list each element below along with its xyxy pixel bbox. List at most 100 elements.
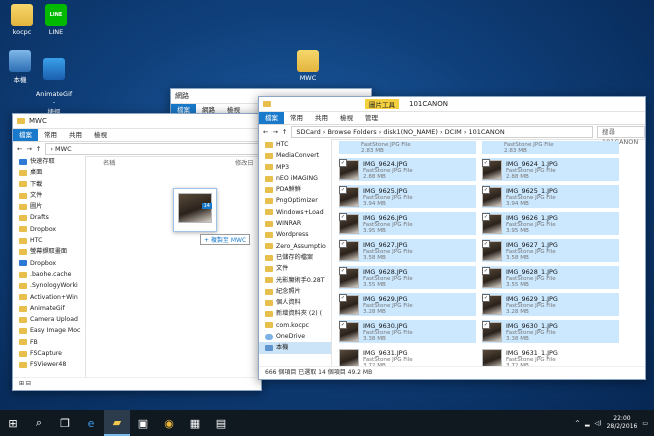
- file-tile[interactable]: ✓ IMG_9625_1.JPG FastStone JPG File 3.94 MB: [482, 185, 619, 208]
- nav-item[interactable]: com.kocpc: [259, 320, 331, 331]
- nav-item[interactable]: Easy Image Moc: [13, 325, 85, 336]
- file-tile[interactable]: ✓ IMG_9628.JPG FastStone JPG File 3.55 MB: [339, 266, 476, 289]
- nav-item[interactable]: MediaConvert: [259, 150, 331, 161]
- breadcrumb[interactable]: SDCard › Browse Folders › disk1(NO_NAME)…: [291, 126, 593, 138]
- nav-item[interactable]: 已儲存的檔案: [259, 252, 331, 263]
- nav-item[interactable]: Windows+Load: [259, 207, 331, 218]
- tab-file[interactable]: 檔案: [13, 129, 38, 141]
- nav-item[interactable]: 文件: [13, 190, 85, 201]
- forward-arrow-icon[interactable]: →: [272, 128, 277, 136]
- nav-item[interactable]: 下載: [13, 179, 85, 190]
- column-header-name[interactable]: 名稱: [103, 158, 115, 167]
- file-tile[interactable]: ✓ IMG_9626.JPG FastStone JPG File 3.95 MB: [339, 212, 476, 235]
- desktop-icon-line[interactable]: LINE LINE: [36, 4, 76, 36]
- desktop-icon-mwc[interactable]: MWC: [288, 50, 328, 82]
- back-arrow-icon[interactable]: ←: [263, 128, 268, 136]
- tab-manage[interactable]: 管理: [359, 112, 384, 124]
- nav-item[interactable]: FSViewer48: [13, 359, 85, 370]
- checkbox-icon[interactable]: ✓: [339, 321, 347, 329]
- forward-arrow-icon[interactable]: →: [26, 145, 31, 153]
- nav-item[interactable]: 新增資料夾 (2) (: [259, 308, 331, 319]
- checkbox-icon[interactable]: ✓: [482, 213, 490, 221]
- chevron-up-icon[interactable]: ^: [575, 420, 580, 427]
- network-icon[interactable]: ▂: [585, 420, 590, 427]
- task-view-button[interactable]: ❐: [52, 410, 78, 436]
- nav-item[interactable]: .baohe.cache: [13, 269, 85, 280]
- file-tile[interactable]: ✓ IMG_9625.JPG FastStone JPG File 3.94 MB: [339, 185, 476, 208]
- checkbox-icon[interactable]: ✓: [482, 294, 490, 302]
- edge-button[interactable]: e: [78, 410, 104, 436]
- checkbox-icon[interactable]: ✓: [339, 267, 347, 275]
- nav-item[interactable]: Activation+Win: [13, 292, 85, 303]
- checkbox-icon[interactable]: ✓: [482, 240, 490, 248]
- nav-item[interactable]: 文件: [259, 263, 331, 274]
- column-header-date[interactable]: 修改日: [235, 158, 254, 167]
- file-tile[interactable]: ✓ IMG_9628_1.JPG FastStone JPG File 3.55 MB: [482, 266, 619, 289]
- file-tile[interactable]: FastStone JPG File 2.83 MB: [482, 141, 619, 154]
- nav-item[interactable]: FSCapture: [13, 348, 85, 359]
- view-toggle-icons[interactable]: ⊞ ⊟: [19, 380, 31, 387]
- path-input[interactable]: › MWC: [45, 143, 261, 155]
- file-tile[interactable]: ✓ IMG_9627.JPG FastStone JPG File 3.58 MB: [339, 239, 476, 262]
- up-arrow-icon[interactable]: ↑: [282, 128, 287, 136]
- tab-home[interactable]: 常用: [38, 129, 63, 141]
- nav-item[interactable]: 個人資料: [259, 297, 331, 308]
- nav-item[interactable]: 圖片: [13, 201, 85, 212]
- nav-item[interactable]: Camera Upload: [13, 314, 85, 325]
- file-tile[interactable]: ✓ IMG_9626_1.JPG FastStone JPG File 3.95 MB: [482, 212, 619, 235]
- nav-item[interactable]: OneDrive: [259, 331, 331, 342]
- nav-item[interactable]: Dropbox: [13, 258, 85, 269]
- nav-item[interactable]: HTC: [259, 139, 331, 150]
- window-titlebar[interactable]: 圖片工具 101CANON: [259, 97, 645, 112]
- up-arrow-icon[interactable]: ↑: [36, 145, 41, 153]
- checkbox-icon[interactable]: ✓: [482, 321, 490, 329]
- nav-item[interactable]: 本機: [259, 342, 331, 354]
- checkbox-icon[interactable]: ✓: [339, 240, 347, 248]
- start-button[interactable]: ⊞: [0, 410, 26, 436]
- checkbox-icon[interactable]: ✓: [339, 294, 347, 302]
- notifications-icon[interactable]: ▭: [642, 420, 648, 427]
- nav-item[interactable]: nEO iMAGING: [259, 173, 331, 184]
- file-tile[interactable]: ✓ IMG_9624_1.JPG FastStone JPG File 2.88 MB: [482, 158, 619, 181]
- nav-item[interactable]: WINRAR: [259, 218, 331, 229]
- mwc-explorer-window[interactable]: MWC 檔案 常用 共用 檢視 ← → ↑ › MWC 快速存取 桌面 下載 文件 圖片…: [12, 113, 262, 391]
- app-button[interactable]: ▦: [182, 410, 208, 436]
- window-titlebar[interactable]: MWC: [13, 114, 261, 129]
- navigation-pane[interactable]: 快速存取 桌面 下載 文件 圖片 Drafts Dropbox HTC 螢幕擷取畫面 Dropbo…: [13, 156, 86, 378]
- nav-item[interactable]: PDA鮮鮮: [259, 184, 331, 195]
- nav-item[interactable]: .SynologyWorki: [13, 280, 85, 291]
- nav-item[interactable]: Dropbox: [13, 224, 85, 235]
- clock[interactable]: 22:00 28/2/2016: [607, 415, 638, 431]
- nav-item[interactable]: HTC: [13, 235, 85, 246]
- file-tile[interactable]: ✓ IMG_9629.JPG FastStone JPG File 3.28 MB: [339, 293, 476, 316]
- tab-file[interactable]: 檔案: [259, 112, 284, 124]
- file-tile[interactable]: ✓ IMG_9630_1.JPG FastStone JPG File 3.38 MB: [482, 320, 619, 343]
- file-tile[interactable]: ✓ IMG_9629_1.JPG FastStone JPG File 3.28 MB: [482, 293, 619, 316]
- chrome-button[interactable]: ◉: [156, 410, 182, 436]
- file-explorer-button[interactable]: ▰: [104, 410, 130, 436]
- canon-explorer-window[interactable]: 圖片工具 101CANON 檔案 常用 共用 檢視 管理 ← → ↑ SDCar…: [258, 96, 646, 380]
- search-input[interactable]: 搜尋 101CANON: [597, 126, 645, 146]
- tab-home[interactable]: 常用: [284, 112, 309, 124]
- nav-item[interactable]: Drafts: [13, 212, 85, 223]
- nav-item[interactable]: Wordpress: [259, 229, 331, 240]
- volume-icon[interactable]: ◁): [595, 420, 602, 427]
- nav-item[interactable]: 螢幕擷取畫面: [13, 246, 85, 257]
- nav-item[interactable]: 紀念照片: [259, 286, 331, 297]
- file-grid[interactable]: FastStone JPG File 2.83 MB FastStone JPG F…: [339, 141, 619, 370]
- tab-share[interactable]: 共用: [63, 129, 88, 141]
- checkbox-icon[interactable]: ✓: [339, 186, 347, 194]
- file-tile[interactable]: ✓ IMG_9630.JPG FastStone JPG File 3.38 MB: [339, 320, 476, 343]
- nav-item[interactable]: 桌面: [13, 167, 85, 178]
- checkbox-icon[interactable]: ✓: [339, 159, 347, 167]
- store-button[interactable]: ▣: [130, 410, 156, 436]
- checkbox-icon[interactable]: ✓: [339, 213, 347, 221]
- tab-view[interactable]: 檢視: [334, 112, 359, 124]
- checkbox-icon[interactable]: ✓: [482, 267, 490, 275]
- nav-item[interactable]: FB: [13, 337, 85, 348]
- nav-item[interactable]: Zero_Assumptio: [259, 241, 331, 252]
- nav-item[interactable]: AnimateGif: [13, 303, 85, 314]
- tab-view[interactable]: 檢視: [88, 129, 113, 141]
- back-arrow-icon[interactable]: ←: [17, 145, 22, 153]
- file-tile[interactable]: ✓ IMG_9624.JPG FastStone JPG File 2.88 MB: [339, 158, 476, 181]
